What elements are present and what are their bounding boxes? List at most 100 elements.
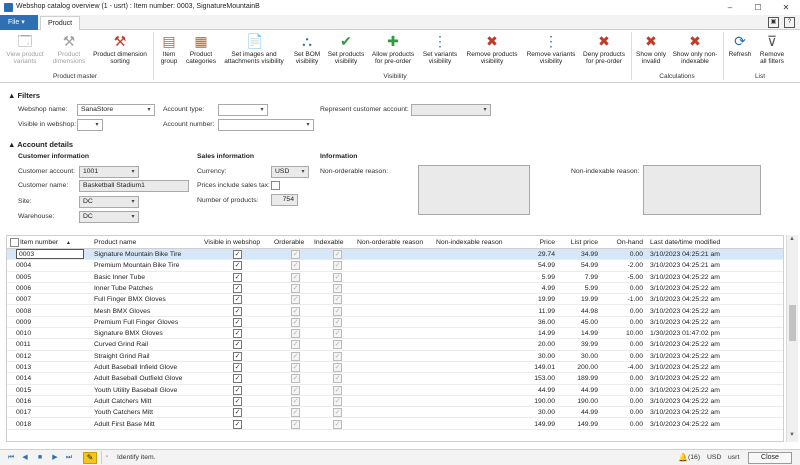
help-icon[interactable]: ?	[784, 17, 795, 28]
table-row[interactable]: 0006 Inner Tube Patches ✓ ✓ ✓ 4.99 5.99 0.00 3/1…	[7, 283, 783, 295]
remove-products-visibility-button[interactable]: ✖ Remove products visibility	[462, 30, 522, 74]
visible-checkbox[interactable]: ✓	[233, 250, 242, 259]
represent-customer-field[interactable]: ▾	[411, 104, 491, 116]
visible-checkbox[interactable]: ✓	[233, 408, 242, 418]
office-icon[interactable]: ▣	[768, 17, 779, 28]
stop-icon[interactable]: ■	[35, 453, 45, 463]
cell-item-number[interactable]: 0015	[16, 385, 31, 396]
set-bom-visibility-button[interactable]: ⛬ Set BOM visibility	[290, 30, 324, 74]
grid-scrollbar[interactable]: ▲ ▼	[786, 235, 798, 442]
non-orderable-reason-box[interactable]	[418, 165, 530, 215]
show-only-invalid-button[interactable]: ✖ Show only invalid	[633, 30, 669, 74]
table-row[interactable]: 0017 Youth Catchers Mitt ✓ ✓ ✓ 30.00 44.99 0.00…	[7, 407, 783, 419]
visible-checkbox[interactable]: ✓	[233, 374, 242, 384]
table-row[interactable]: 0018 Adult First Base Mitt ✓ ✓ ✓ 149.99 149.99…	[7, 419, 783, 430]
col-visible[interactable]: Visible in webshop	[204, 236, 260, 249]
visible-checkbox[interactable]: ✓	[233, 396, 242, 406]
view-product-variants-button[interactable]: 🗔 View product variants	[2, 30, 48, 74]
product-dimension-sorting-button[interactable]: ⚒ Product dimension sorting	[90, 30, 150, 74]
table-row[interactable]: 0008 Mesh BMX Gloves ✓ ✓ ✓ 11.99 44.98 0.00 3/10…	[7, 306, 783, 317]
prices-incl-tax-checkbox[interactable]	[271, 181, 280, 190]
cell-item-number[interactable]: 0006	[16, 283, 31, 294]
table-row[interactable]: 0005 Basic Inner Tube ✓ ✓ ✓ 5.99 7.99 -5.00 3/10…	[7, 272, 783, 283]
scrollbar-thumb[interactable]	[789, 305, 796, 341]
visible-checkbox[interactable]: ✓	[233, 363, 242, 372]
notification-count[interactable]: (16)	[688, 454, 700, 461]
col-non-indexable-reason[interactable]: Non-indexable reason	[436, 236, 503, 249]
table-row[interactable]: 0010 Signature BMX Gloves ✓ ✓ ✓ 14.99 14.99 10.…	[7, 328, 783, 340]
scroll-down-icon[interactable]: ▼	[789, 432, 795, 438]
filters-header[interactable]: ▲ Filters	[8, 91, 40, 100]
col-on-hand[interactable]: On-hand	[607, 236, 643, 249]
account-type-field[interactable]: ▾	[218, 104, 268, 116]
table-row[interactable]: 0003 Signature Mountain Bike Tire ✓ ✓ ✓ 29.74…	[7, 249, 783, 261]
set-images-visibility-button[interactable]: 📄 Set images and attachments visibility	[220, 30, 288, 74]
customer-account-field[interactable]: 1001 ▾	[79, 166, 139, 178]
visible-checkbox[interactable]: ✓	[233, 261, 242, 271]
item-group-button[interactable]: ▤ Item group	[156, 30, 182, 74]
cell-item-number[interactable]: 0016	[16, 396, 31, 407]
account-number-field[interactable]: ▾	[218, 119, 314, 131]
visible-checkbox[interactable]: ✓	[233, 329, 242, 339]
col-list-price[interactable]: List price	[562, 236, 598, 249]
product-dimensions-button[interactable]: ⚒ Product dimensions	[50, 30, 88, 74]
webshop-name-field[interactable]: SanaStore ▾	[77, 104, 155, 116]
table-row[interactable]: 0015 Youth Utility Baseball Glove ✓ ✓ ✓ 44.99…	[7, 385, 783, 396]
col-non-orderable-reason[interactable]: Non-orderable reason	[357, 236, 423, 249]
notification-bell-icon[interactable]: 🔔	[678, 453, 688, 462]
col-last-modified[interactable]: Last date/time modified	[650, 236, 720, 249]
table-row[interactable]: 0011 Curved Grind Rail ✓ ✓ ✓ 20.00 39.99 0.00 3/…	[7, 339, 783, 351]
product-categories-button[interactable]: ▦ Product categories	[183, 30, 219, 74]
file-menu[interactable]: File ▾	[0, 15, 38, 30]
select-all-checkbox[interactable]	[10, 238, 19, 247]
visible-checkbox[interactable]: ✓	[233, 317, 242, 327]
cell-item-number[interactable]: 0013	[16, 362, 31, 373]
visible-checkbox[interactable]: ✓	[233, 340, 242, 350]
scroll-up-icon[interactable]: ▲	[789, 236, 795, 242]
remove-all-filters-button[interactable]: ⊽ Remove all filters	[756, 30, 788, 74]
col-price[interactable]: Price	[513, 236, 556, 249]
cell-item-number[interactable]: 0003	[16, 249, 84, 259]
first-record-icon[interactable]: ⏮	[6, 453, 16, 463]
last-record-icon[interactable]: ⏭	[64, 453, 74, 463]
site-field[interactable]: DC ▾	[79, 196, 139, 208]
visible-checkbox[interactable]: ✓	[233, 283, 242, 293]
non-indexable-reason-box[interactable]	[643, 165, 761, 215]
cell-item-number[interactable]: 0018	[16, 419, 31, 430]
warehouse-field[interactable]: DC ▾	[79, 211, 139, 223]
set-products-visibility-button[interactable]: ✔ Set products visibility	[326, 30, 366, 74]
col-indexable[interactable]: Indexable	[314, 236, 343, 249]
table-row[interactable]: 0014 Adult Baseball Outfield Glove ✓ ✓ ✓ 153.…	[7, 373, 783, 385]
col-item-number[interactable]: Item number ▲	[20, 236, 71, 249]
deny-preorder-button[interactable]: ✖ Deny products for pre-order	[580, 30, 628, 74]
remove-variants-visibility-button[interactable]: ⋮ Remove variants visibility	[524, 30, 578, 74]
set-variants-visibility-button[interactable]: ⋮ Set variants visibility	[420, 30, 460, 74]
cell-item-number[interactable]: 0009	[16, 317, 31, 328]
col-orderable[interactable]: Orderable	[274, 236, 304, 249]
refresh-button[interactable]: ⟳ Refresh	[726, 30, 754, 74]
show-only-non-indexable-button[interactable]: ✖ Show only non-indexable	[671, 30, 719, 74]
cell-item-number[interactable]: 0011	[16, 339, 31, 350]
visible-checkbox[interactable]: ✓	[233, 351, 242, 361]
num-products-field[interactable]: 754	[271, 194, 298, 206]
maximize-button[interactable]: ☐	[744, 0, 772, 15]
customer-name-field[interactable]: Basketball Stadium1	[79, 180, 189, 192]
close-button[interactable]: Close	[748, 452, 792, 464]
account-details-header[interactable]: ▲ Account details	[8, 140, 73, 149]
minimize-button[interactable]: –	[716, 0, 744, 15]
previous-record-icon[interactable]: ◀	[20, 453, 30, 463]
allow-preorder-button[interactable]: ✚ Allow products for pre-order	[368, 30, 418, 74]
cell-item-number[interactable]: 0014	[16, 373, 31, 384]
visible-checkbox[interactable]: ✓	[233, 272, 242, 282]
visible-in-webshop-field[interactable]: ▾	[77, 119, 103, 131]
tab-product[interactable]: Product	[40, 16, 80, 31]
cell-item-number[interactable]: 0010	[16, 328, 31, 339]
currency-field[interactable]: USD ▾	[271, 166, 309, 178]
cell-item-number[interactable]: 0008	[16, 306, 31, 317]
visible-checkbox[interactable]: ✓	[233, 306, 242, 316]
col-product-name[interactable]: Product name	[94, 236, 136, 249]
visible-checkbox[interactable]: ✓	[233, 295, 242, 305]
cell-item-number[interactable]: 0004	[16, 260, 31, 271]
next-record-icon[interactable]: ▶	[50, 453, 60, 463]
cell-item-number[interactable]: 0017	[16, 407, 31, 418]
